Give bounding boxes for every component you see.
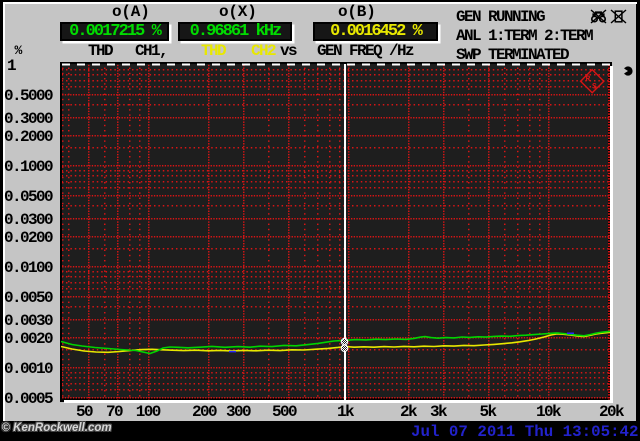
svg-text:S: S [592, 83, 597, 92]
svg-text:R: R [586, 75, 591, 84]
